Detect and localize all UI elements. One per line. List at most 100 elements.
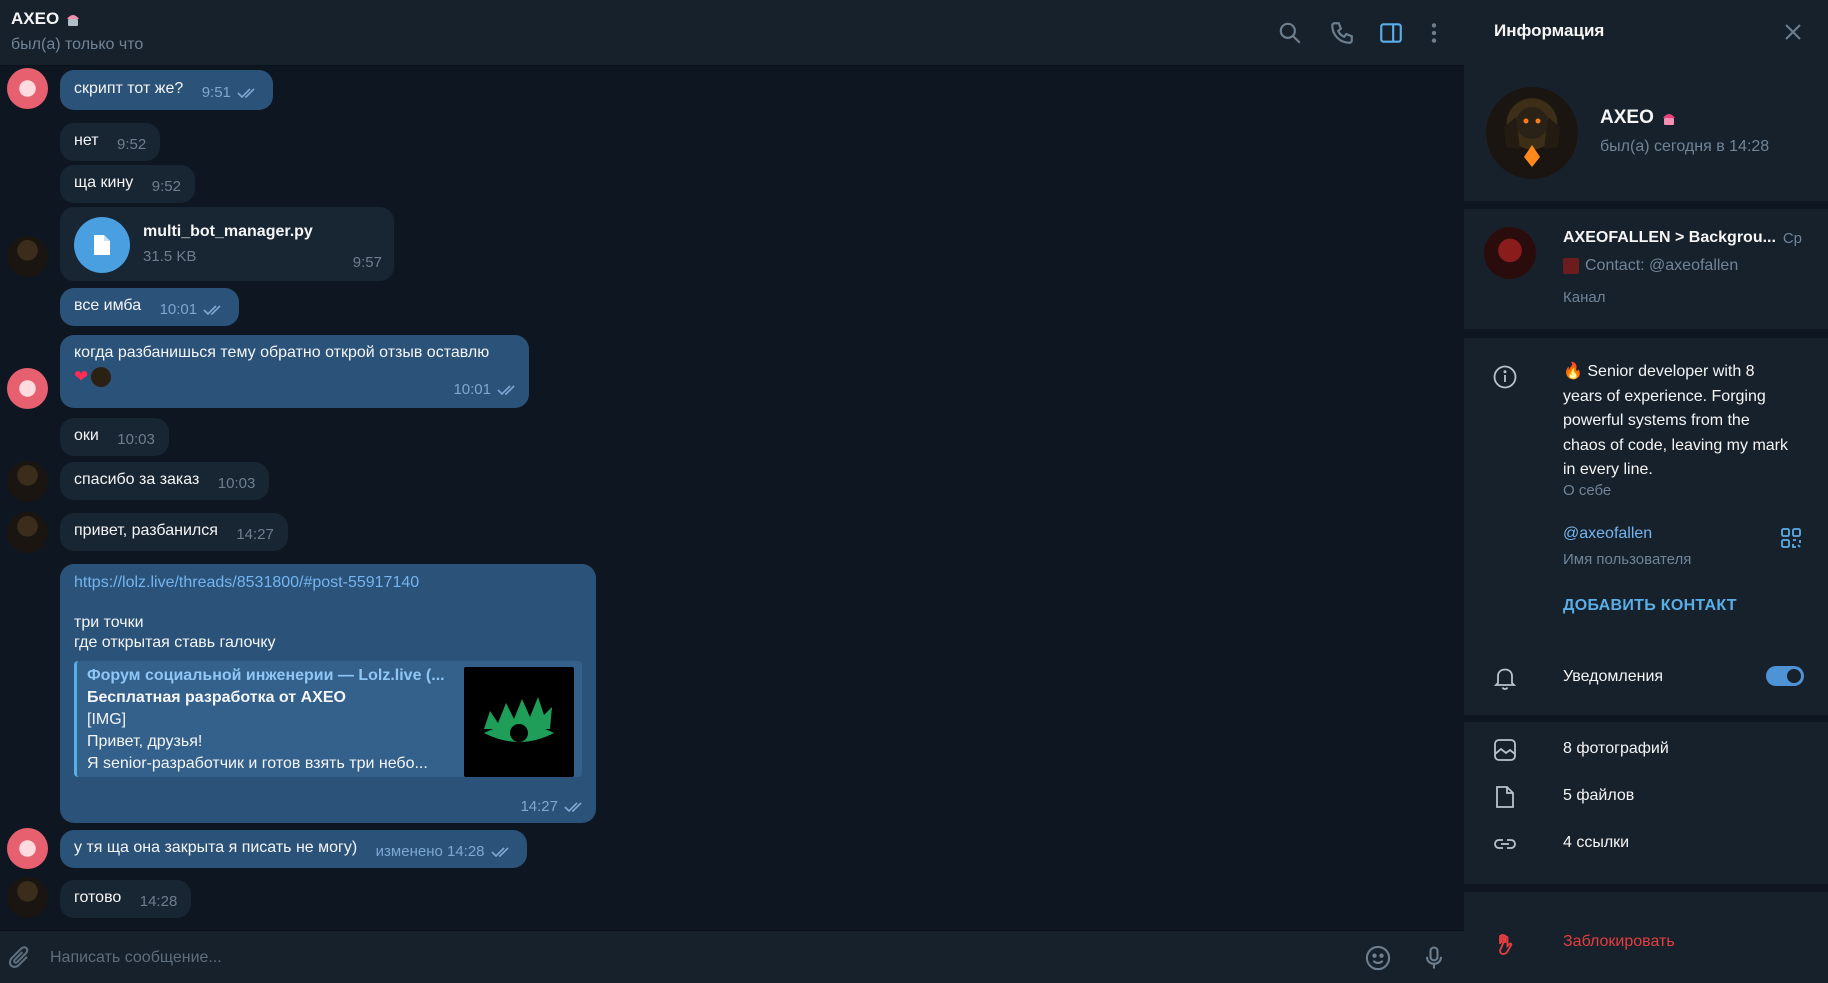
add-contact-button[interactable]: ДОБАВИТЬ КОНТАКТ (1563, 597, 1737, 615)
axeo-avatar-icon (1504, 107, 1560, 167)
emoji-smile-icon[interactable] (1364, 944, 1392, 972)
link-preview-site: Форум социальной инженерии — Lolz.live (… (87, 667, 445, 684)
link-preview-line: Привет, друзья! (87, 733, 203, 750)
avatar[interactable] (7, 68, 48, 109)
avatar[interactable] (7, 877, 48, 918)
reactor-avatar (91, 367, 112, 387)
message-bubble[interactable]: когда разбанишься тему обратно открой от… (60, 335, 529, 408)
chat-title[interactable]: AXEO (11, 9, 82, 29)
avatar[interactable] (7, 512, 48, 553)
message-bubble[interactable]: спасибо за заказ 10:03 (60, 462, 270, 500)
link-preview-image[interactable] (464, 667, 574, 777)
info-title: Информация (1494, 21, 1605, 40)
message-bubble[interactable]: у тя ща она закрыта я писать не могу) из… (60, 830, 527, 868)
sidebar-toggle-icon[interactable] (1378, 20, 1404, 46)
message-link[interactable]: https://lolz.live/threads/8531800/#post-… (74, 573, 582, 593)
double-check-icon (564, 802, 582, 813)
message-bubble[interactable]: нет 9:52 (60, 123, 161, 161)
notifications-toggle[interactable] (1766, 666, 1804, 686)
file-name[interactable]: multi_bot_manager.py (143, 222, 313, 242)
message-text: где открытая ставь галочку (74, 634, 276, 651)
message-time: 9:51 (201, 84, 231, 101)
message-text: нет (74, 132, 99, 149)
document-icon (94, 235, 110, 255)
hand-stop-icon (1499, 933, 1513, 955)
about-text: 🔥 Senior developer with 8 years of exper… (1563, 363, 1788, 478)
profile-card: AXEO был(а) сегодня в 14:28 (1464, 64, 1828, 201)
link-preview[interactable]: Форум социальной инженерии — Lolz.live (… (74, 661, 582, 777)
cupcake-emoji-icon (67, 15, 80, 26)
message-bubble[interactable]: скрипт тот же? 9:51 (60, 70, 273, 110)
reactions[interactable]: ❤ (74, 367, 515, 387)
personal-channel-card[interactable]: AXEOFALLEN > Backgrou... Ср Contact: @ax… (1464, 209, 1828, 329)
info-panel: Информация AXEO был(а) сегодня в 14:28 A… (1464, 0, 1828, 983)
message-time: 14:28 (139, 893, 178, 910)
message-time: 10:03 (117, 431, 155, 448)
file-download-button[interactable] (74, 217, 130, 273)
message-time: 10:03 (217, 475, 256, 492)
channel-last-post-text: Contact: @axeofallen (1585, 257, 1739, 274)
block-card[interactable]: Заблокировать (1464, 892, 1828, 983)
double-check-icon (203, 305, 221, 316)
shared-photos-row[interactable]: 8 фотографий (1464, 728, 1828, 772)
message-meta: 9:52 (117, 135, 146, 155)
message-time: 14:27 (520, 798, 558, 815)
message-meta: 14:28 (140, 892, 178, 912)
avatar[interactable] (7, 461, 48, 502)
message-list[interactable]: скрипт тот же? 9:51 нет 9:52 ща кину 9:5… (0, 66, 1464, 930)
notifications-label: Уведомления (1563, 668, 1664, 685)
message-text: оки (74, 427, 99, 444)
lolz-eye-logo-icon (484, 697, 554, 742)
message-meta: 10:01 (453, 380, 519, 400)
avatar[interactable] (7, 236, 48, 277)
microphone-icon[interactable] (1420, 944, 1448, 972)
profile-status: был(а) сегодня в 14:28 (1600, 138, 1770, 155)
message-text: спасибо за заказ (74, 471, 200, 488)
message-input[interactable] (50, 945, 1340, 971)
info-header: Информация (1464, 0, 1828, 64)
chat-header[interactable]: AXEO был(а) только что (0, 0, 1464, 66)
message-bubble[interactable]: оки 10:03 (60, 418, 169, 456)
message-meta: 10:03 (117, 430, 155, 450)
message-time: 10:01 (453, 381, 491, 398)
message-meta: 9:51 (202, 83, 259, 103)
double-check-icon (237, 88, 255, 99)
username-link[interactable]: @axeofallen (1563, 525, 1652, 543)
close-icon[interactable] (1782, 21, 1804, 43)
profile-avatar[interactable] (1486, 87, 1578, 179)
message-text: ща кину (74, 174, 134, 191)
post-thumbnail (1563, 258, 1579, 274)
message-text: три точки (74, 614, 144, 631)
shared-links-row[interactable]: 4 ссылки (1464, 822, 1828, 866)
block-user-button[interactable]: Заблокировать (1563, 933, 1675, 951)
shared-files-row[interactable]: 5 файлов (1464, 775, 1828, 819)
qr-code-icon[interactable] (1780, 527, 1802, 549)
link-preview-line: Я senior-разработчик и готов взять три н… (87, 755, 428, 772)
avatar[interactable] (7, 368, 48, 409)
bell-icon (1493, 668, 1517, 690)
chat-title-text: AXEO (11, 9, 60, 28)
about-card: 🔥 Senior developer with 8 years of exper… (1464, 338, 1828, 715)
link-message-bubble[interactable]: https://lolz.live/threads/8531800/#post-… (60, 564, 596, 823)
message-bubble[interactable]: ща кину 9:52 (60, 165, 195, 203)
message-bubble[interactable]: готово 14:28 (60, 880, 192, 918)
phone-icon[interactable] (1329, 20, 1355, 46)
channel-type: Канал (1563, 289, 1606, 306)
message-time: 10:01 (159, 301, 198, 318)
message-time: 9:57 (352, 254, 382, 271)
message-time: 9:52 (151, 178, 181, 195)
chat-status: был(а) только что (11, 36, 144, 53)
message-bubble[interactable]: привет, разбанился 14:27 (60, 513, 288, 551)
message-bubble[interactable]: все имба 10:01 (60, 288, 240, 326)
shared-media-card: 8 фотографий 5 файлов 4 ссылки (1464, 722, 1828, 884)
more-vertical-icon[interactable] (1421, 20, 1447, 46)
profile-name: AXEO (1600, 107, 1678, 129)
message-meta: 9:52 (152, 177, 181, 197)
heart-reaction-icon[interactable]: ❤ (74, 367, 88, 387)
attach-paperclip-icon[interactable] (6, 944, 34, 972)
message-text: когда разбанишься тему обратно открой от… (74, 344, 490, 361)
search-icon[interactable] (1277, 20, 1303, 46)
file-message-bubble[interactable]: multi_bot_manager.py 31.5 KB 9:57 (60, 207, 394, 281)
message-text: привет, разбанился (74, 522, 218, 539)
avatar[interactable] (7, 828, 48, 869)
